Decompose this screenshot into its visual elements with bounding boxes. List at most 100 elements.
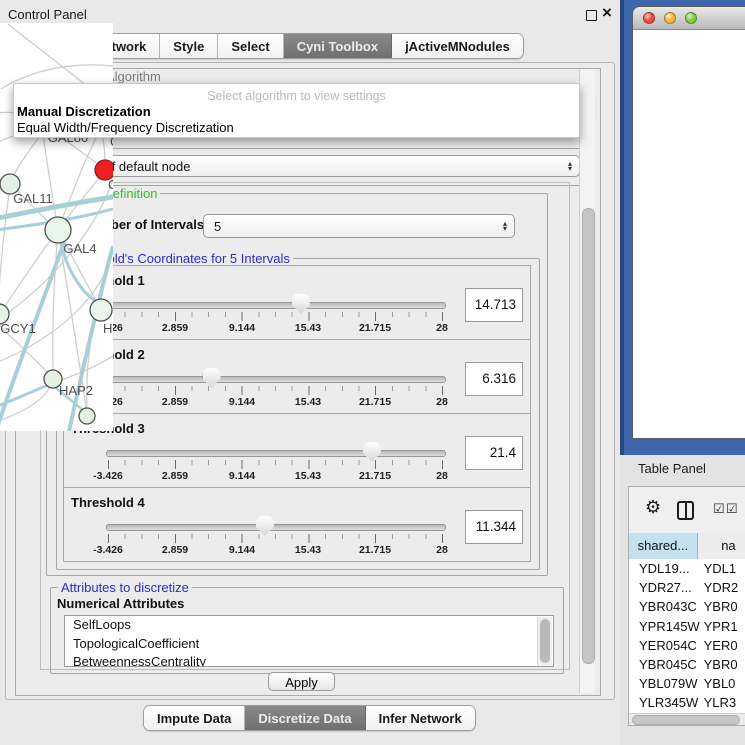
tick-label: 9.144 [229, 396, 255, 408]
table-cell[interactable]: YBL0 [704, 676, 745, 691]
threshold-slider[interactable]: -3.426 2.859 9.144 15.43 21.715 28 [64, 296, 530, 338]
tick-label: 9.144 [229, 322, 255, 334]
table-hscrollbar[interactable] [629, 713, 745, 725]
threshold-value-box[interactable]: 11.344 [465, 510, 523, 544]
numerical-attributes-label: Numerical Attributes [57, 596, 184, 611]
scrollbar-thumb[interactable] [632, 715, 740, 725]
checkbox-icon[interactable]: ☑ [713, 503, 725, 515]
slider-handle[interactable] [363, 442, 381, 462]
table-row[interactable]: YPR145WYPR1 [629, 617, 745, 636]
slider-groove[interactable] [106, 524, 446, 531]
tab-label: Discretize Data [258, 711, 351, 726]
algorithm-dropdown-popup: Select algorithm to view settings Manual… [13, 83, 580, 138]
number-of-intervals-combobox[interactable]: 5 ▴▾ [203, 214, 515, 238]
table-cell[interactable]: YER0 [704, 638, 745, 653]
threshold-value-box[interactable]: 14.713 [465, 288, 523, 322]
table-cell[interactable]: YDL19... [629, 561, 704, 576]
table-cell[interactable]: YPR1 [704, 619, 745, 634]
tab-infer-network[interactable]: Infer Network [366, 706, 475, 730]
slider-handle[interactable] [292, 294, 310, 314]
threshold-slider[interactable]: -3.426 2.859 9.144 15.43 21.715 28 [64, 370, 530, 412]
tab-jactivemnodules[interactable]: jActiveMNodules [392, 34, 523, 58]
table-cell[interactable]: YBR043C [629, 599, 704, 614]
minimize-button[interactable] [664, 12, 676, 24]
list-scrollbar[interactable] [537, 617, 552, 666]
slider-groove[interactable] [106, 376, 446, 383]
threshold-value-box[interactable]: 21.4 [465, 436, 523, 470]
table-cell[interactable]: YBR0 [704, 599, 745, 614]
zoom-button[interactable] [685, 12, 697, 24]
dropdown-option-manual-discretization[interactable]: Manual Discretization [17, 104, 151, 119]
network-node[interactable] [79, 408, 95, 424]
scrollbar-thumb[interactable] [540, 619, 550, 663]
network-node[interactable] [90, 299, 112, 321]
table-row[interactable]: YLR345WYLR3 [629, 693, 745, 712]
root: Control Panel × Network Style Select Cyn… [0, 0, 745, 745]
table-row[interactable]: YBR045CYBR0 [629, 655, 745, 674]
slider-ticks [108, 460, 443, 470]
table-cell[interactable]: YER054C [629, 638, 704, 653]
threshold-value-box[interactable]: 6.316 [465, 362, 523, 396]
table-cell[interactable]: YDR2 [704, 580, 745, 595]
scrollbar-thumb[interactable] [582, 208, 595, 664]
network-node-label: HAP2 [59, 383, 93, 398]
slider-groove[interactable] [106, 302, 446, 309]
combo-arrows-icon: ▴▾ [568, 161, 572, 171]
network-window-titlebar[interactable] [633, 7, 745, 30]
apply-button[interactable]: Apply [268, 672, 335, 691]
table-row[interactable]: YBL079WYBL0 [629, 674, 745, 693]
tab-style[interactable]: Style [160, 34, 218, 58]
combo-arrows-icon: ▴▾ [503, 221, 507, 231]
slider-handle[interactable] [256, 516, 274, 536]
tab-impute-data[interactable]: Impute Data [144, 706, 245, 730]
numerical-attributes-list: SelfLoopsTopologicalCoefficientBetweenne… [64, 615, 554, 667]
slider-ticks [108, 534, 443, 544]
dropdown-option-equal-width-frequency[interactable]: Equal Width/Frequency Discretization [17, 120, 234, 135]
network-node[interactable] [45, 217, 71, 243]
table-row[interactable]: YDR27...YDR2 [629, 578, 745, 597]
table-cell[interactable]: YDR27... [629, 580, 704, 595]
tick-label: 15.43 [295, 470, 321, 482]
threshold-row: Threshold 2 -3.426 2.859 9.144 15.43 21.… [63, 339, 531, 414]
column-header-shared-name[interactable]: shared... [629, 533, 698, 559]
slider-handle[interactable] [203, 368, 221, 388]
table-row[interactable]: YER054CYER0 [629, 636, 745, 655]
threshold-slider[interactable]: -3.426 2.859 9.144 15.43 21.715 28 [64, 518, 530, 560]
list-item[interactable]: TopologicalCoefficient [65, 635, 553, 654]
attributes-group-title: Attributes to discretize [58, 580, 192, 595]
close-button[interactable] [643, 12, 655, 24]
tab-cyni-toolbox[interactable]: Cyni Toolbox [284, 34, 392, 58]
threshold-list: Threshold 1 -3.426 2.859 9.144 15.43 21.… [63, 266, 531, 562]
table-cell[interactable]: YPR145W [629, 619, 704, 634]
float-icon[interactable] [586, 10, 597, 21]
network-edge [103, 137, 105, 160]
tick-label: 28 [436, 470, 448, 482]
table-row[interactable]: YDL19...YDL1 [629, 559, 745, 578]
tab-label: Impute Data [157, 711, 231, 726]
network-node-label: H [103, 321, 112, 336]
tab-select[interactable]: Select [218, 34, 283, 58]
table-cell[interactable]: YBR045C [629, 657, 704, 672]
table-cell[interactable]: YLR3 [704, 695, 745, 710]
table-cell[interactable]: YLR345W [629, 695, 704, 710]
close-icon[interactable]: × [602, 3, 612, 23]
number-of-intervals-value: 5 [214, 219, 221, 234]
tick-label: 9.144 [229, 470, 255, 482]
tab-label: Style [173, 39, 204, 54]
panel-scrollbar[interactable] [579, 69, 595, 693]
table-cell[interactable]: YBL079W [629, 676, 704, 691]
list-item[interactable]: BetweennessCentrality [65, 653, 553, 667]
split-column-icon[interactable] [677, 501, 694, 520]
column-header-name[interactable]: na [698, 533, 745, 559]
table-cell[interactable]: YBR0 [704, 657, 745, 672]
table-cell[interactable]: YDL1 [704, 561, 745, 576]
checkbox-icon[interactable]: ☑ [726, 503, 738, 515]
slider-groove[interactable] [106, 450, 446, 457]
table-rows: YDL19...YDL1YDR27...YDR2YBR043CYBR0YPR14… [629, 559, 745, 713]
tick-label: 21.715 [359, 470, 391, 482]
table-row[interactable]: YBR043CYBR0 [629, 597, 745, 616]
gear-icon[interactable]: ⚙ [645, 498, 661, 516]
threshold-slider[interactable]: -3.426 2.859 9.144 15.43 21.715 28 [64, 444, 530, 486]
list-item[interactable]: SelfLoops [65, 616, 553, 635]
tab-discretize-data[interactable]: Discretize Data [245, 706, 365, 730]
